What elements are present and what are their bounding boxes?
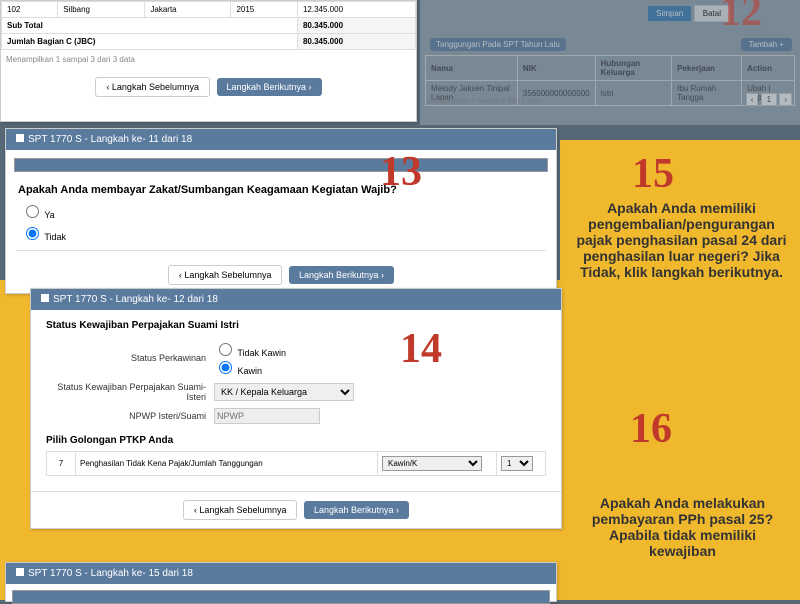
prev-button[interactable]: ‹ Langkah Sebelumnya — [183, 500, 298, 520]
th-nama: Nama — [426, 56, 518, 81]
select-tanggungan[interactable]: 1 — [501, 456, 533, 471]
step-16-num: 16 — [630, 405, 672, 453]
pg-next[interactable]: › — [779, 93, 792, 106]
q-13: Apakah Anda membayar Zakat/Sumbangan Kea… — [6, 180, 556, 200]
hdr-13: SPT 1770 S - Langkah ke- 11 dari 18 — [28, 134, 192, 145]
next-button[interactable]: Langkah Berikutnya › — [217, 78, 322, 96]
subtotal-label: Sub Total — [2, 18, 298, 34]
step-13-num: 13 — [380, 148, 422, 196]
box-icon — [16, 568, 24, 576]
cell-no: 102 — [2, 2, 58, 18]
lbl-npwp: NPWP Isteri/Suami — [46, 411, 214, 421]
progress-bar — [12, 590, 550, 604]
step-14-num: 14 — [400, 325, 442, 373]
ptkp-no: 7 — [47, 452, 76, 476]
box-icon — [16, 134, 24, 142]
next-button[interactable]: Langkah Berikutnya › — [289, 266, 394, 284]
step-15-num: 15 — [632, 150, 674, 198]
lbl-tidak: Tidak — [44, 232, 66, 242]
subtotal-amt: 80.345.000 — [297, 18, 415, 34]
showing-text: Menampilkan 1 sampai 3 dari 3 data — [1, 50, 416, 69]
cell-3: 2015 — [231, 2, 298, 18]
cell-1: Silbang — [58, 2, 145, 18]
select-kwj[interactable]: KK / Kepala Keluarga — [214, 383, 354, 401]
lbl-kwj: Status Kewajiban Perpajakan Suami-Isteri — [46, 382, 214, 402]
next-button[interactable]: Langkah Berikutnya › — [304, 501, 409, 519]
sec-status: Status Kewajiban Perpajakan Suami Istri — [46, 320, 546, 331]
jbc-label: Jumlah Bagian C (JBC) — [2, 34, 298, 50]
ptkp-lbl: Penghasilan Tidak Kena Pajak/Jumlah Tang… — [76, 452, 378, 476]
prev-button[interactable]: ‹ Langkah Sebelumnya — [168, 265, 283, 285]
hdr-15: SPT 1770 S - Langkah ke- 15 dari 18 — [28, 568, 193, 579]
lbl-ya: Ya — [44, 210, 54, 220]
q-15: Apakah Anda memiliki pengembalian/pengur… — [569, 200, 794, 280]
progress-bar — [14, 158, 548, 172]
hdr-14: SPT 1770 S - Langkah ke- 12 dari 18 — [53, 294, 218, 305]
opt-k: Kawin — [238, 366, 263, 376]
table-panel: 102 Silbang Jakarta 2015 12.345.000 Sub … — [0, 0, 417, 122]
showing-12: Menampilkan 1 sampai 1 dari 1 data — [428, 98, 541, 105]
panel-step-13: SPT 1770 S - Langkah ke- 11 dari 18 Apak… — [5, 128, 557, 294]
cell-amt: 12.345.000 — [297, 2, 415, 18]
lbl-perkawinan: Status Perkawinan — [46, 353, 214, 363]
q-16: Apakah Anda melakukan pembayaran PPh pas… — [575, 495, 790, 559]
radio-ya[interactable] — [26, 205, 39, 218]
th-hub: Hubungan Keluarga — [595, 56, 672, 81]
jbc-amt: 80.345.000 — [297, 34, 415, 50]
pg-num[interactable]: 1 — [761, 93, 777, 106]
select-ptkp[interactable]: Kawin/K — [382, 456, 482, 471]
save-button[interactable]: Simpan — [648, 6, 691, 21]
th-nik: NIK — [517, 56, 595, 81]
prev-button[interactable]: ‹ Langkah Sebelumnya — [95, 77, 210, 97]
th-action: Action — [742, 56, 795, 81]
opt-tk: Tidak Kawin — [237, 348, 286, 358]
npwp-field — [214, 408, 320, 424]
step-12-num: 12 — [720, 0, 762, 36]
pg-prev[interactable]: ‹ — [746, 93, 759, 106]
radio-tk[interactable] — [219, 343, 232, 356]
th-job: Pekerjaan — [672, 56, 742, 81]
box-icon — [41, 294, 49, 302]
cell-2: Jakarta — [145, 2, 231, 18]
radio-k[interactable] — [219, 361, 232, 374]
r-hub: Istri — [595, 81, 672, 106]
add-button[interactable]: Tambah + — [741, 38, 792, 51]
panel-step-14: SPT 1770 S - Langkah ke- 12 dari 18 Stat… — [30, 288, 562, 529]
sec-ptkp: Pilih Golongan PTKP Anda — [46, 435, 546, 446]
radio-tidak[interactable] — [26, 227, 39, 240]
r-job: Ibu Rumah Tangga — [672, 81, 742, 106]
panel-step-15: SPT 1770 S - Langkah ke- 15 dari 18 — [5, 562, 557, 602]
tanggungan-title: Tanggungan Pada SPT Tahun Lalu — [430, 38, 566, 51]
